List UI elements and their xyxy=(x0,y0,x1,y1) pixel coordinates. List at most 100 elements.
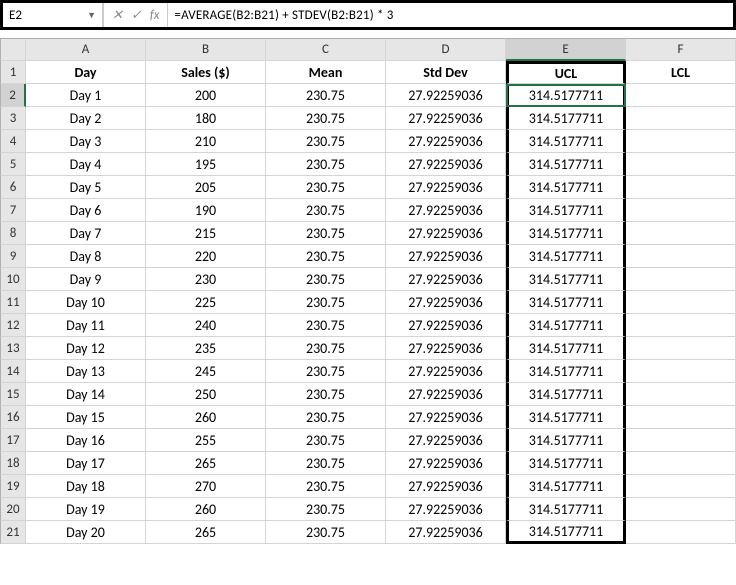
cell-day[interactable]: Day 11 xyxy=(26,314,146,337)
cell-lcl[interactable] xyxy=(626,199,736,222)
cell-ucl[interactable]: 314.5177711 xyxy=(506,153,626,176)
cell-stddev[interactable]: 27.92259036 xyxy=(386,245,506,268)
cell-sales[interactable]: 200 xyxy=(146,84,266,107)
row-header-11[interactable]: 11 xyxy=(0,291,26,314)
row-header-14[interactable]: 14 xyxy=(0,360,26,383)
cell-mean[interactable]: 230.75 xyxy=(266,291,386,314)
cell-stddev[interactable]: 27.92259036 xyxy=(386,84,506,107)
cell-stddev[interactable]: 27.92259036 xyxy=(386,406,506,429)
cell-mean[interactable]: 230.75 xyxy=(266,176,386,199)
cell-stddev[interactable]: 27.92259036 xyxy=(386,153,506,176)
select-all-corner[interactable] xyxy=(0,38,26,61)
cell-ucl[interactable]: 314.5177711 xyxy=(506,406,626,429)
row-header-21[interactable]: 21 xyxy=(0,521,26,544)
cell-day[interactable]: Day 14 xyxy=(26,383,146,406)
cell-sales[interactable]: 235 xyxy=(146,337,266,360)
cell-stddev[interactable]: 27.92259036 xyxy=(386,268,506,291)
cell-day[interactable]: Day 10 xyxy=(26,291,146,314)
cell-day[interactable]: Day 15 xyxy=(26,406,146,429)
col-header-C[interactable]: C xyxy=(266,38,386,61)
cell-sales[interactable]: 180 xyxy=(146,107,266,130)
cell-sales[interactable]: 195 xyxy=(146,153,266,176)
cell-ucl[interactable]: 314.5177711 xyxy=(506,314,626,337)
cell-mean[interactable]: 230.75 xyxy=(266,199,386,222)
col-header-F[interactable]: F xyxy=(626,38,736,61)
row-header-13[interactable]: 13 xyxy=(0,337,26,360)
cell-ucl[interactable]: 314.5177711 xyxy=(506,521,626,544)
row-header-15[interactable]: 15 xyxy=(0,383,26,406)
cell-sales[interactable]: 255 xyxy=(146,429,266,452)
row-header-9[interactable]: 9 xyxy=(0,245,26,268)
cell-day[interactable]: Day 5 xyxy=(26,176,146,199)
cell-ucl[interactable]: 314.5177711 xyxy=(506,199,626,222)
row-header-7[interactable]: 7 xyxy=(0,199,26,222)
cell-day[interactable]: Day 18 xyxy=(26,475,146,498)
cell-mean[interactable]: 230.75 xyxy=(266,107,386,130)
cell-day[interactable]: Day 3 xyxy=(26,130,146,153)
cell-sales[interactable]: 250 xyxy=(146,383,266,406)
cell-stddev[interactable]: 27.92259036 xyxy=(386,222,506,245)
cell-mean[interactable]: 230.75 xyxy=(266,153,386,176)
cell-mean[interactable]: 230.75 xyxy=(266,383,386,406)
cell-ucl[interactable]: 314.5177711 xyxy=(506,84,626,107)
cell-ucl[interactable]: 314.5177711 xyxy=(506,475,626,498)
cell-stddev[interactable]: 27.92259036 xyxy=(386,475,506,498)
cell-sales[interactable]: 215 xyxy=(146,222,266,245)
cell-ucl[interactable]: 314.5177711 xyxy=(506,498,626,521)
cell-mean[interactable]: 230.75 xyxy=(266,498,386,521)
cell-ucl[interactable]: 314.5177711 xyxy=(506,176,626,199)
formula-input[interactable]: =AVERAGE(B2:B21) + STDEV(B2:B21) * 3 xyxy=(168,3,733,27)
row-header-3[interactable]: 3 xyxy=(0,107,26,130)
header-cell-lcl[interactable]: LCL xyxy=(626,61,736,84)
cell-ucl[interactable]: 314.5177711 xyxy=(506,291,626,314)
chevron-down-icon[interactable]: ▼ xyxy=(87,10,96,21)
cell-lcl[interactable] xyxy=(626,222,736,245)
cell-stddev[interactable]: 27.92259036 xyxy=(386,452,506,475)
cell-stddev[interactable]: 27.92259036 xyxy=(386,383,506,406)
cell-sales[interactable]: 260 xyxy=(146,406,266,429)
cell-lcl[interactable] xyxy=(626,176,736,199)
row-header-2[interactable]: 2 xyxy=(0,84,26,107)
cell-stddev[interactable]: 27.92259036 xyxy=(386,176,506,199)
cell-lcl[interactable] xyxy=(626,475,736,498)
cell-mean[interactable]: 230.75 xyxy=(266,222,386,245)
spreadsheet-grid[interactable]: ABCDEF1DaySales ($)MeanStd DevUCLLCL2Day… xyxy=(0,38,736,544)
cell-ucl[interactable]: 314.5177711 xyxy=(506,268,626,291)
cell-lcl[interactable] xyxy=(626,429,736,452)
cell-ucl[interactable]: 314.5177711 xyxy=(506,245,626,268)
cell-ucl[interactable]: 314.5177711 xyxy=(506,222,626,245)
cell-lcl[interactable] xyxy=(626,452,736,475)
cell-ucl[interactable]: 314.5177711 xyxy=(506,429,626,452)
cell-lcl[interactable] xyxy=(626,107,736,130)
header-cell-day[interactable]: Day xyxy=(26,61,146,84)
cell-mean[interactable]: 230.75 xyxy=(266,475,386,498)
cell-day[interactable]: Day 20 xyxy=(26,521,146,544)
name-box[interactable]: E2 ▼ xyxy=(3,3,103,27)
cell-lcl[interactable] xyxy=(626,130,736,153)
row-header-4[interactable]: 4 xyxy=(0,130,26,153)
cell-mean[interactable]: 230.75 xyxy=(266,314,386,337)
cell-ucl[interactable]: 314.5177711 xyxy=(506,130,626,153)
fx-icon[interactable]: fx xyxy=(150,8,160,23)
cell-ucl[interactable]: 314.5177711 xyxy=(506,452,626,475)
cell-lcl[interactable] xyxy=(626,383,736,406)
cell-day[interactable]: Day 16 xyxy=(26,429,146,452)
cell-lcl[interactable] xyxy=(626,245,736,268)
col-header-E[interactable]: E xyxy=(506,38,626,61)
cell-stddev[interactable]: 27.92259036 xyxy=(386,107,506,130)
cell-mean[interactable]: 230.75 xyxy=(266,337,386,360)
cell-sales[interactable]: 230 xyxy=(146,268,266,291)
cell-mean[interactable]: 230.75 xyxy=(266,406,386,429)
cell-stddev[interactable]: 27.92259036 xyxy=(386,498,506,521)
cell-ucl[interactable]: 314.5177711 xyxy=(506,360,626,383)
col-header-D[interactable]: D xyxy=(386,38,506,61)
header-cell-ucl[interactable]: UCL xyxy=(506,61,626,84)
cell-mean[interactable]: 230.75 xyxy=(266,245,386,268)
cell-stddev[interactable]: 27.92259036 xyxy=(386,314,506,337)
cell-day[interactable]: Day 8 xyxy=(26,245,146,268)
cell-stddev[interactable]: 27.92259036 xyxy=(386,521,506,544)
row-header-17[interactable]: 17 xyxy=(0,429,26,452)
cell-day[interactable]: Day 2 xyxy=(26,107,146,130)
cell-sales[interactable]: 210 xyxy=(146,130,266,153)
cell-lcl[interactable] xyxy=(626,291,736,314)
